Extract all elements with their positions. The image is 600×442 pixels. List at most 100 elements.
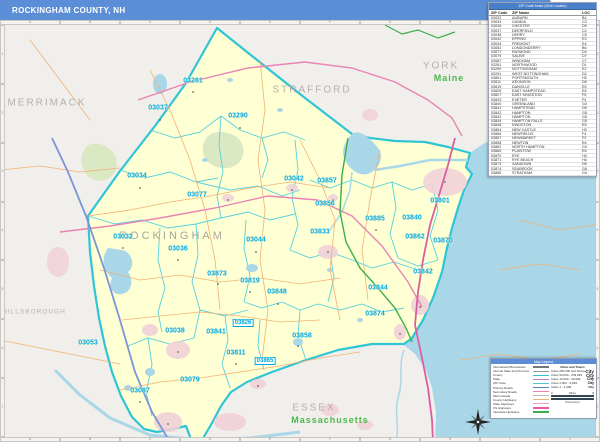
- zip-code-label: 03848: [267, 289, 286, 296]
- scale-end: 8: [592, 391, 594, 395]
- zip-code-label: 03038: [165, 328, 184, 335]
- grid-letter: A: [0, 437, 60, 442]
- page-title: ROCKINGHAM COUNTY, NH: [12, 6, 125, 15]
- legend-line-swatch: [533, 379, 549, 380]
- grid-number: 4: [595, 202, 600, 261]
- zip-code-label: 03857: [317, 178, 336, 185]
- legend-line-swatch: [533, 391, 549, 392]
- city-sample: City: [588, 385, 594, 389]
- scale-start: 0: [551, 391, 553, 395]
- zip-code-label: 03819: [240, 278, 259, 285]
- grid-letter: B: [60, 437, 120, 442]
- zip-table-title: ZIP Code Index (Grid Locator): [489, 3, 596, 10]
- grid-number: 7: [0, 378, 5, 437]
- legend-line-swatch: [533, 366, 549, 367]
- grid-letter: H: [420, 20, 480, 25]
- zip-code-label: 03844: [368, 285, 387, 292]
- legend-item: Interstate Highways: [493, 410, 549, 414]
- grid-letter: A: [0, 20, 60, 25]
- neighbor-label: HILLSBOROUGH: [2, 309, 66, 316]
- zip-code-label: 03079: [180, 377, 199, 384]
- grid-number: 2: [0, 84, 5, 143]
- grid-letter: G: [360, 20, 420, 25]
- city-classes: Cities 250,000 and Above City Cities 50,…: [551, 370, 594, 389]
- col-zip-code: ZIP Code: [491, 11, 512, 15]
- city-range: Cities 1 - 2,499: [551, 385, 571, 389]
- zip-code-label: 03842: [413, 269, 432, 276]
- map-page: ROCKINGHAM COUNTY, NH 2021 ZIP Code Basi…: [0, 0, 600, 442]
- grid-letter: F: [300, 20, 360, 25]
- neighbor-label: ESSEX: [292, 403, 335, 414]
- zip-code-label: 03833: [310, 229, 329, 236]
- legend-line-swatch: [533, 399, 549, 400]
- zip-code-label: 03870: [433, 238, 452, 245]
- col-zip-name: ZIP Name: [512, 11, 582, 15]
- grid-number: 5: [595, 260, 600, 319]
- grid-ruler-left: 1234567: [0, 25, 5, 437]
- zip-code-label: 03036: [168, 246, 187, 253]
- scale-miles-label: Miles: [569, 391, 576, 395]
- legend-line-swatch: [533, 403, 549, 404]
- zip-code-label: 03811: [226, 350, 245, 357]
- cell-loc: G4: [582, 171, 594, 175]
- grid-letter: I: [480, 437, 540, 442]
- table-row: 03885 STRATHAM G4: [489, 171, 596, 175]
- scale-bars: 0 Miles 8 Kilometers: [551, 391, 594, 405]
- zip-code-label: 03801: [430, 198, 449, 205]
- zip-code-label: 03087: [130, 388, 149, 395]
- col-loc: LOC: [582, 11, 594, 15]
- grid-letter: C: [120, 437, 180, 442]
- legend-cities-column: Cities and Towns Cities 250,000 and Abov…: [551, 365, 594, 414]
- scale-km-label: Kilometers: [565, 400, 579, 404]
- zip-code-label: 03037: [148, 105, 167, 112]
- zip-code-label: 03290: [228, 113, 247, 120]
- zip-code-label: 03034: [127, 173, 146, 180]
- grid-letter: H: [420, 437, 480, 442]
- neighbor-label: Maine: [434, 73, 465, 83]
- zip-code-label: 03858: [292, 333, 311, 340]
- zip-index-table: ZIP Code Index (Grid Locator) ZIP Code Z…: [488, 2, 597, 177]
- zip-code-label: 03856: [315, 201, 334, 208]
- zip-code-label: 03873: [207, 271, 226, 278]
- zip-code-label: 03826: [233, 319, 254, 327]
- zip-code-label: 03865: [255, 357, 276, 365]
- legend-item-label: Interstate Highways: [493, 410, 519, 414]
- county-name-label: ROCKINGHAM: [119, 230, 225, 242]
- legend-line-swatch: [533, 387, 549, 388]
- grid-number: 4: [0, 202, 5, 261]
- neighbor-label: Massachusetts: [291, 415, 369, 425]
- legend-line-items: International Boundaries Internal State …: [493, 365, 549, 414]
- zip-code-label: 03841: [206, 329, 225, 336]
- grid-number: 1: [0, 25, 5, 84]
- legend-line-swatch: [533, 411, 549, 412]
- cell-zip: 03885: [491, 171, 512, 175]
- city-class-row: Cities 1 - 2,499 City: [551, 385, 594, 389]
- grid-letter: E: [240, 20, 300, 25]
- zip-code-label: 03044: [246, 237, 265, 244]
- grid-ruler-bottom: ABCDEFGHIJ: [0, 437, 600, 442]
- zip-table-rows: 03032 AUBURN B4 03034 CANDIA C3 03036 CH…: [489, 16, 596, 176]
- zip-code-label: 03862: [405, 234, 424, 241]
- map-legend: Map Legend International Boundaries Inte…: [490, 358, 597, 419]
- legend-line-swatch: [533, 371, 549, 372]
- grid-letter: C: [120, 20, 180, 25]
- neighbor-label: STRAFFORD: [272, 85, 351, 96]
- grid-letter: D: [180, 20, 240, 25]
- legend-line-swatch: [533, 395, 549, 396]
- zip-code-label: 03840: [402, 215, 421, 222]
- cell-name: STRATHAM: [512, 171, 582, 175]
- grid-letter: D: [180, 437, 240, 442]
- zip-code-label: 03032: [113, 234, 132, 241]
- grid-letter: E: [240, 437, 300, 442]
- zip-code-label: 03885: [365, 216, 384, 223]
- zip-code-label: 03053: [78, 340, 97, 347]
- zip-code-label: 03261: [183, 78, 202, 85]
- legend-line-swatch: [533, 383, 549, 384]
- zip-code-label: 03077: [187, 192, 206, 199]
- neighbor-label: YORK: [423, 61, 459, 72]
- grid-number: 5: [0, 260, 5, 319]
- zip-code-label: 03042: [284, 176, 303, 183]
- grid-letter: J: [540, 437, 600, 442]
- grid-number: 6: [0, 319, 5, 378]
- neighbor-label: MERRIMACK: [7, 98, 86, 109]
